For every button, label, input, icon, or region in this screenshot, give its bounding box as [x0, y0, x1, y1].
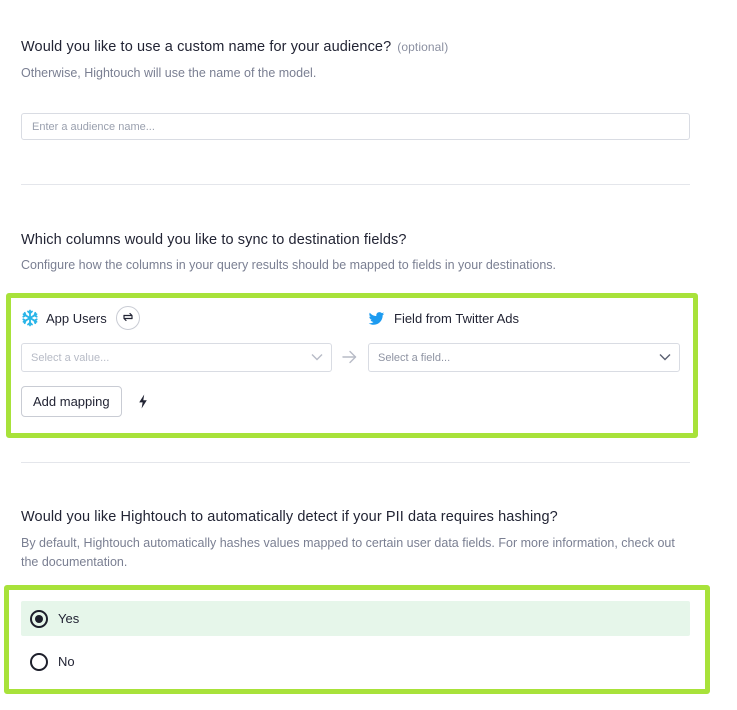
source-column-header: App Users	[21, 305, 140, 331]
destination-label-prefix: Field from	[394, 310, 452, 326]
hashing-question: Would you like Hightouch to automaticall…	[21, 509, 558, 525]
destination-label-name: Twitter Ads	[455, 310, 519, 326]
radio-option-no[interactable]: No	[21, 644, 690, 679]
audience-name-input[interactable]: Enter a audience name...	[21, 113, 690, 140]
destination-field-select[interactable]: Select a field...	[368, 343, 680, 372]
audience-name-question: Would you like to use a custom name for …	[21, 39, 448, 55]
destination-select-placeholder: Select a field...	[378, 351, 451, 364]
audience-name-description: Otherwise, Hightouch will use the name o…	[21, 66, 317, 80]
audience-name-question-text: Would you like to use a custom name for …	[21, 39, 392, 55]
radio-label-yes: Yes	[58, 611, 80, 626]
radio-option-yes[interactable]: Yes	[21, 601, 690, 636]
swap-button[interactable]	[115, 306, 140, 330]
section-divider	[21, 184, 690, 185]
arrow-right-icon	[342, 350, 357, 369]
optional-tag: (optional)	[397, 40, 449, 54]
twitter-icon	[368, 310, 385, 327]
destination-column-header: Field from Twitter Ads	[368, 305, 519, 331]
source-model-label: App Users	[46, 310, 107, 326]
mapping-description: Configure how the columns in your query …	[21, 258, 557, 272]
radio-checked-icon[interactable]	[30, 609, 48, 628]
add-mapping-button[interactable]: Add mapping	[21, 386, 122, 417]
source-column-select[interactable]: Select a value...	[21, 343, 332, 372]
lightning-icon[interactable]	[138, 394, 148, 414]
swap-icon	[122, 311, 134, 326]
chevron-down-icon	[659, 352, 671, 364]
mapping-question: Which columns would you like to sync to …	[21, 232, 407, 248]
hashing-description: By default, Hightouch automatically hash…	[21, 536, 675, 569]
radio-unchecked-icon[interactable]	[30, 652, 48, 671]
chevron-down-icon	[311, 352, 323, 364]
radio-label-no: No	[58, 654, 75, 669]
snowflake-icon	[21, 309, 39, 327]
section-divider	[21, 462, 690, 463]
source-select-placeholder: Select a value...	[31, 351, 110, 364]
